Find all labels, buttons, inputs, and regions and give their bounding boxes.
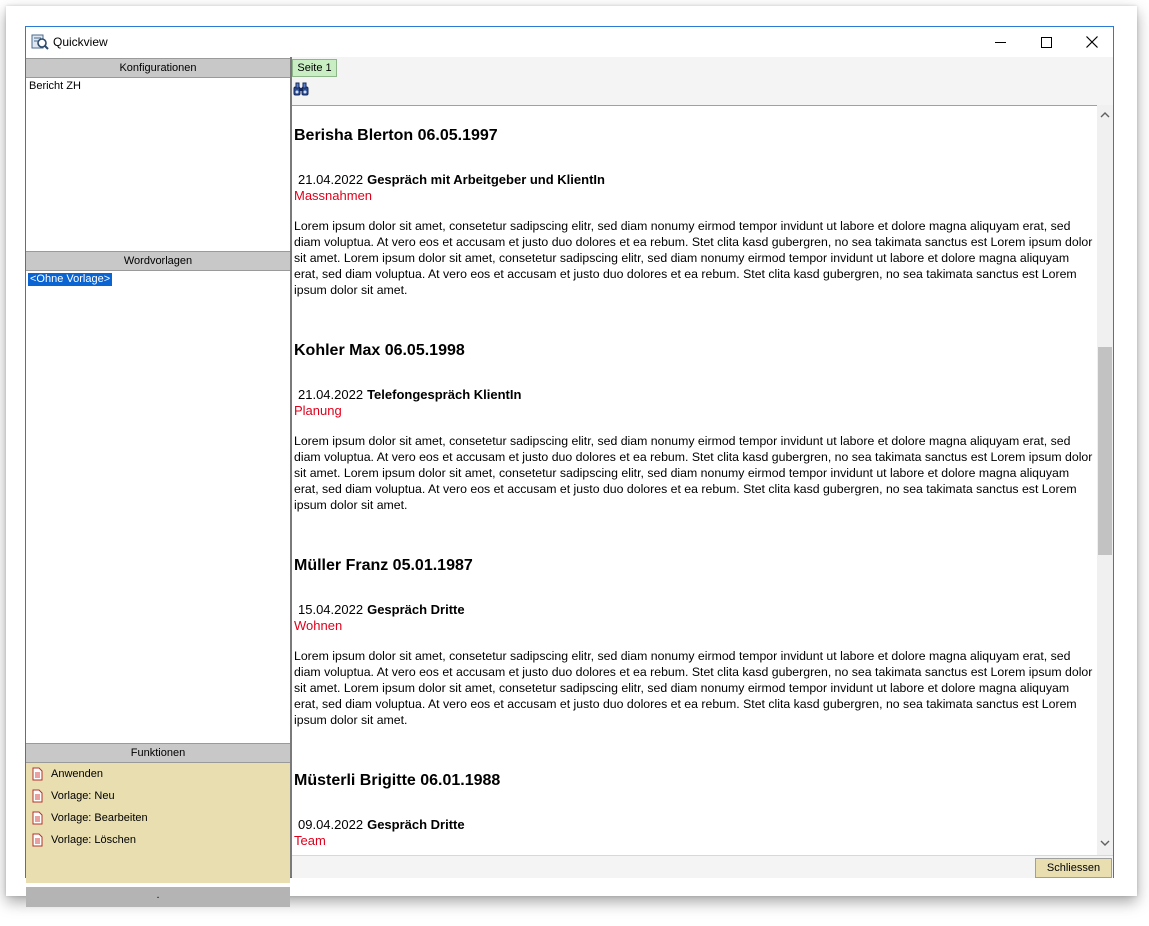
scrollbar-thumb[interactable] xyxy=(1098,347,1112,555)
right-panel: Seite 1 Berisha Blerton 06.05.1997 21.04… xyxy=(292,57,1113,878)
entry-subject: Telefongespräch KlientIn xyxy=(367,387,522,402)
function-label: Anwenden xyxy=(51,768,103,780)
entry-meta: 15.04.2022 Gespräch Dritte xyxy=(298,602,465,618)
minimize-icon xyxy=(994,41,1006,43)
entry-date: 21.04.2022 xyxy=(298,387,364,402)
entry-meta: 21.04.2022 Telefongespräch KlientIn xyxy=(298,387,521,403)
close-window-button[interactable] xyxy=(1069,27,1115,57)
entry-meta: 21.04.2022 Gespräch mit Arbeitgeber und K… xyxy=(298,172,605,188)
entry-text: Lorem ipsum dolor sit amet, consetetur s… xyxy=(294,649,1093,727)
entry-subject: Gespräch Dritte xyxy=(367,602,465,617)
close-icon xyxy=(1086,36,1098,48)
entry-meta: 09.04.2022 Gespräch Dritte xyxy=(298,817,465,833)
entry-heading: Müsterli Brigitte 06.01.1988 xyxy=(294,772,501,789)
left-status-bar: . xyxy=(26,887,290,907)
left-panel: Konfigurationen Bericht ZH Wordvorlagen … xyxy=(26,57,290,907)
quickview-window: Quickview Konfigurationen Bericht ZH Wor… xyxy=(25,26,1114,907)
report-content[interactable]: Berisha Blerton 06.05.1997 21.04.2022 Ges… xyxy=(292,105,1097,856)
function-label: Vorlage: Löschen xyxy=(51,834,137,846)
schliessen-button[interactable]: Schliessen xyxy=(1035,858,1112,878)
function-vorlage-loeschen[interactable]: Vorlage: Löschen xyxy=(30,831,136,849)
list-item-vorlage[interactable]: <Ohne Vorlage> xyxy=(28,273,113,286)
document-icon xyxy=(32,789,43,803)
function-anwenden[interactable]: Anwenden xyxy=(30,765,103,783)
function-vorlage-bearbeiten[interactable]: Vorlage: Bearbeiten xyxy=(30,809,148,827)
maximize-button[interactable] xyxy=(1023,27,1069,57)
function-label: Vorlage: Neu xyxy=(51,790,115,802)
list-item-konfiguration[interactable]: Bericht ZH xyxy=(29,80,81,93)
entry-category: Planung xyxy=(294,403,342,418)
scroll-down-icon[interactable] xyxy=(1100,838,1110,848)
title-bar: Quickview xyxy=(26,27,1113,57)
minimize-button[interactable] xyxy=(977,27,1023,57)
wordvorlagen-list[interactable]: <Ohne Vorlage> xyxy=(26,271,290,741)
bottom-bar: Schliessen xyxy=(292,855,1113,878)
binoculars-icon[interactable] xyxy=(293,82,309,96)
entry-text: Lorem ipsum dolor sit amet, consetetur s… xyxy=(294,434,1093,512)
entry-heading: Berisha Blerton 06.05.1997 xyxy=(294,127,498,144)
entry-heading: Kohler Max 06.05.1998 xyxy=(294,342,465,359)
scroll-up-icon[interactable] xyxy=(1100,110,1110,120)
wordvorlagen-header: Wordvorlagen xyxy=(26,251,290,271)
function-vorlage-neu[interactable]: Vorlage: Neu xyxy=(30,787,115,805)
tab-seite-1[interactable]: Seite 1 xyxy=(292,59,337,77)
entry-heading: Müller Franz 05.01.1987 xyxy=(294,557,473,574)
maximize-icon xyxy=(1040,36,1052,48)
funktionen-panel: Anwenden Vorlage: Neu Vorlage: Bearbeite… xyxy=(26,763,290,883)
entry-text: Lorem ipsum dolor sit amet, consetetur s… xyxy=(294,219,1093,297)
document-icon xyxy=(32,767,43,781)
vertical-scrollbar[interactable] xyxy=(1097,105,1113,855)
entry-category: Team xyxy=(294,833,326,848)
entry-category: Wohnen xyxy=(294,618,343,633)
konfigurationen-header: Konfigurationen xyxy=(26,58,290,78)
function-label: Vorlage: Bearbeiten xyxy=(51,812,148,824)
entry-subject: Gespräch mit Arbeitgeber und KlientIn xyxy=(367,172,605,187)
document-icon xyxy=(32,811,43,825)
funktionen-header: Funktionen xyxy=(26,743,290,763)
entry-date: 15.04.2022 xyxy=(298,602,364,617)
document-icon xyxy=(32,833,43,847)
entry-date: 21.04.2022 xyxy=(298,172,364,187)
entry-date: 09.04.2022 xyxy=(298,817,364,832)
entry-subject: Gespräch Dritte xyxy=(367,817,465,832)
window-title: Quickview xyxy=(53,35,108,49)
entry-category: Massnahmen xyxy=(294,188,373,203)
quickview-app-icon xyxy=(31,34,49,50)
konfigurationen-list[interactable]: Bericht ZH xyxy=(26,78,290,251)
